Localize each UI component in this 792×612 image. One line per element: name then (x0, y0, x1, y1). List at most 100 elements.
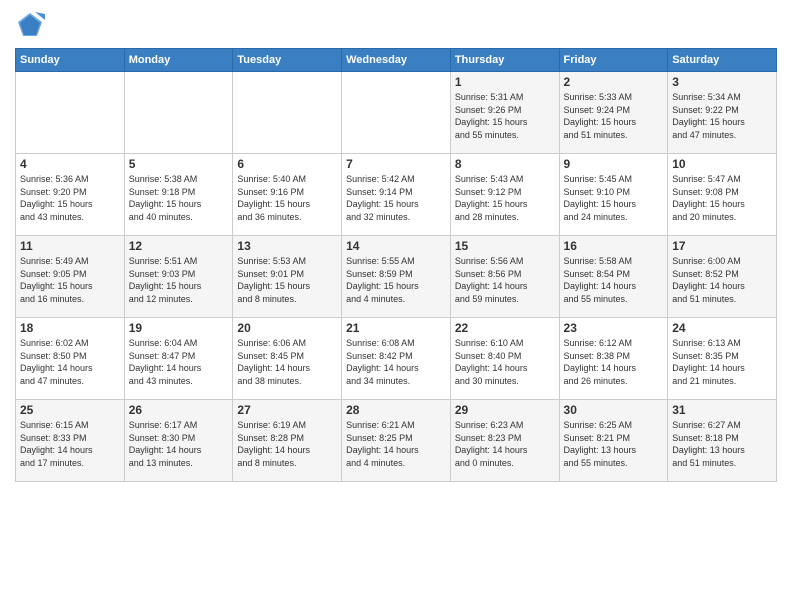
page: SundayMondayTuesdayWednesdayThursdayFrid… (0, 0, 792, 612)
day-info: Sunrise: 5:31 AM Sunset: 9:26 PM Dayligh… (455, 91, 555, 141)
calendar-cell: 26 Sunrise: 6:17 AM Sunset: 8:30 PM Dayli… (124, 400, 233, 482)
weekday-header-row: SundayMondayTuesdayWednesdayThursdayFrid… (16, 49, 777, 72)
day-number: 20 (237, 321, 337, 335)
calendar-cell (342, 72, 451, 154)
day-info: Sunrise: 5:36 AM Sunset: 9:20 PM Dayligh… (20, 173, 120, 223)
day-number: 30 (564, 403, 664, 417)
day-info: Sunrise: 6:19 AM Sunset: 8:28 PM Dayligh… (237, 419, 337, 469)
day-info: Sunrise: 5:56 AM Sunset: 8:56 PM Dayligh… (455, 255, 555, 305)
logo-icon (15, 10, 45, 40)
day-number: 11 (20, 239, 120, 253)
day-info: Sunrise: 6:15 AM Sunset: 8:33 PM Dayligh… (20, 419, 120, 469)
day-info: Sunrise: 5:38 AM Sunset: 9:18 PM Dayligh… (129, 173, 229, 223)
day-info: Sunrise: 6:13 AM Sunset: 8:35 PM Dayligh… (672, 337, 772, 387)
day-number: 8 (455, 157, 555, 171)
day-info: Sunrise: 5:45 AM Sunset: 9:10 PM Dayligh… (564, 173, 664, 223)
day-info: Sunrise: 6:04 AM Sunset: 8:47 PM Dayligh… (129, 337, 229, 387)
calendar-cell (16, 72, 125, 154)
day-number: 15 (455, 239, 555, 253)
day-number: 28 (346, 403, 446, 417)
day-info: Sunrise: 5:47 AM Sunset: 9:08 PM Dayligh… (672, 173, 772, 223)
calendar-cell: 3Sunrise: 5:34 AM Sunset: 9:22 PM Daylig… (668, 72, 777, 154)
calendar-cell: 15 Sunrise: 5:56 AM Sunset: 8:56 PM Dayli… (450, 236, 559, 318)
day-number: 7 (346, 157, 446, 171)
calendar-cell: 11 Sunrise: 5:49 AM Sunset: 9:05 PM Dayli… (16, 236, 125, 318)
day-number: 23 (564, 321, 664, 335)
day-info: Sunrise: 5:58 AM Sunset: 8:54 PM Dayligh… (564, 255, 664, 305)
day-info: Sunrise: 5:49 AM Sunset: 9:05 PM Dayligh… (20, 255, 120, 305)
calendar-cell: 2 Sunrise: 5:33 AM Sunset: 9:24 PM Daylig… (559, 72, 668, 154)
day-info: Sunrise: 5:55 AM Sunset: 8:59 PM Dayligh… (346, 255, 446, 305)
calendar-cell: 18 Sunrise: 6:02 AM Sunset: 8:50 PM Dayli… (16, 318, 125, 400)
calendar-cell: 13Sunrise: 5:53 AM Sunset: 9:01 PM Dayli… (233, 236, 342, 318)
day-number: 26 (129, 403, 229, 417)
day-number: 25 (20, 403, 120, 417)
calendar-cell: 22Sunrise: 6:10 AM Sunset: 8:40 PM Dayli… (450, 318, 559, 400)
calendar-cell: 5 Sunrise: 5:38 AM Sunset: 9:18 PM Daylig… (124, 154, 233, 236)
day-number: 14 (346, 239, 446, 253)
day-number: 24 (672, 321, 772, 335)
calendar-cell: 14 Sunrise: 5:55 AM Sunset: 8:59 PM Dayli… (342, 236, 451, 318)
weekday-thursday: Thursday (450, 49, 559, 72)
calendar-cell: 24 Sunrise: 6:13 AM Sunset: 8:35 PM Dayli… (668, 318, 777, 400)
day-number: 5 (129, 157, 229, 171)
day-number: 17 (672, 239, 772, 253)
calendar-cell: 27 Sunrise: 6:19 AM Sunset: 8:28 PM Dayli… (233, 400, 342, 482)
day-number: 4 (20, 157, 120, 171)
day-info: Sunrise: 6:02 AM Sunset: 8:50 PM Dayligh… (20, 337, 120, 387)
day-info: Sunrise: 5:33 AM Sunset: 9:24 PM Dayligh… (564, 91, 664, 141)
week-row-1: 1 Sunrise: 5:31 AM Sunset: 9:26 PM Daylig… (16, 72, 777, 154)
day-number: 2 (564, 75, 664, 89)
calendar-cell: 25 Sunrise: 6:15 AM Sunset: 8:33 PM Dayli… (16, 400, 125, 482)
day-info: Sunrise: 6:06 AM Sunset: 8:45 PM Dayligh… (237, 337, 337, 387)
calendar-cell: 31 Sunrise: 6:27 AM Sunset: 8:18 PM Dayli… (668, 400, 777, 482)
day-info: Sunrise: 5:51 AM Sunset: 9:03 PM Dayligh… (129, 255, 229, 305)
day-number: 22 (455, 321, 555, 335)
weekday-wednesday: Wednesday (342, 49, 451, 72)
week-row-2: 4 Sunrise: 5:36 AM Sunset: 9:20 PM Daylig… (16, 154, 777, 236)
calendar-cell: 8 Sunrise: 5:43 AM Sunset: 9:12 PM Daylig… (450, 154, 559, 236)
calendar-cell: 16 Sunrise: 5:58 AM Sunset: 8:54 PM Dayli… (559, 236, 668, 318)
day-info: Sunrise: 6:08 AM Sunset: 8:42 PM Dayligh… (346, 337, 446, 387)
day-info: Sunrise: 5:40 AM Sunset: 9:16 PM Dayligh… (237, 173, 337, 223)
weekday-saturday: Saturday (668, 49, 777, 72)
day-number: 12 (129, 239, 229, 253)
calendar-cell (124, 72, 233, 154)
day-number: 19 (129, 321, 229, 335)
weekday-friday: Friday (559, 49, 668, 72)
calendar-cell: 9 Sunrise: 5:45 AM Sunset: 9:10 PM Daylig… (559, 154, 668, 236)
day-info: Sunrise: 6:23 AM Sunset: 8:23 PM Dayligh… (455, 419, 555, 469)
day-number: 1 (455, 75, 555, 89)
calendar-cell (233, 72, 342, 154)
calendar-table: SundayMondayTuesdayWednesdayThursdayFrid… (15, 48, 777, 482)
calendar-cell: 17Sunrise: 6:00 AM Sunset: 8:52 PM Dayli… (668, 236, 777, 318)
calendar-cell: 10 Sunrise: 5:47 AM Sunset: 9:08 PM Dayli… (668, 154, 777, 236)
day-info: Sunrise: 6:12 AM Sunset: 8:38 PM Dayligh… (564, 337, 664, 387)
calendar-cell: 21 Sunrise: 6:08 AM Sunset: 8:42 PM Dayli… (342, 318, 451, 400)
calendar-cell: 30 Sunrise: 6:25 AM Sunset: 8:21 PM Dayli… (559, 400, 668, 482)
week-row-4: 18 Sunrise: 6:02 AM Sunset: 8:50 PM Dayli… (16, 318, 777, 400)
day-number: 10 (672, 157, 772, 171)
header (15, 10, 777, 40)
day-info: Sunrise: 6:17 AM Sunset: 8:30 PM Dayligh… (129, 419, 229, 469)
calendar-cell: 7 Sunrise: 5:42 AM Sunset: 9:14 PM Daylig… (342, 154, 451, 236)
day-number: 31 (672, 403, 772, 417)
calendar-cell: 1 Sunrise: 5:31 AM Sunset: 9:26 PM Daylig… (450, 72, 559, 154)
week-row-5: 25 Sunrise: 6:15 AM Sunset: 8:33 PM Dayli… (16, 400, 777, 482)
day-number: 16 (564, 239, 664, 253)
weekday-sunday: Sunday (16, 49, 125, 72)
day-info: Sunrise: 5:34 AM Sunset: 9:22 PM Dayligh… (672, 91, 772, 141)
weekday-tuesday: Tuesday (233, 49, 342, 72)
day-info: Sunrise: 5:43 AM Sunset: 9:12 PM Dayligh… (455, 173, 555, 223)
day-number: 9 (564, 157, 664, 171)
calendar-cell: 12 Sunrise: 5:51 AM Sunset: 9:03 PM Dayli… (124, 236, 233, 318)
day-info: Sunrise: 6:25 AM Sunset: 8:21 PM Dayligh… (564, 419, 664, 469)
day-number: 27 (237, 403, 337, 417)
day-info: Sunrise: 5:42 AM Sunset: 9:14 PM Dayligh… (346, 173, 446, 223)
day-number: 29 (455, 403, 555, 417)
day-number: 21 (346, 321, 446, 335)
day-info: Sunrise: 6:27 AM Sunset: 8:18 PM Dayligh… (672, 419, 772, 469)
day-number: 6 (237, 157, 337, 171)
day-number: 18 (20, 321, 120, 335)
week-row-3: 11 Sunrise: 5:49 AM Sunset: 9:05 PM Dayli… (16, 236, 777, 318)
